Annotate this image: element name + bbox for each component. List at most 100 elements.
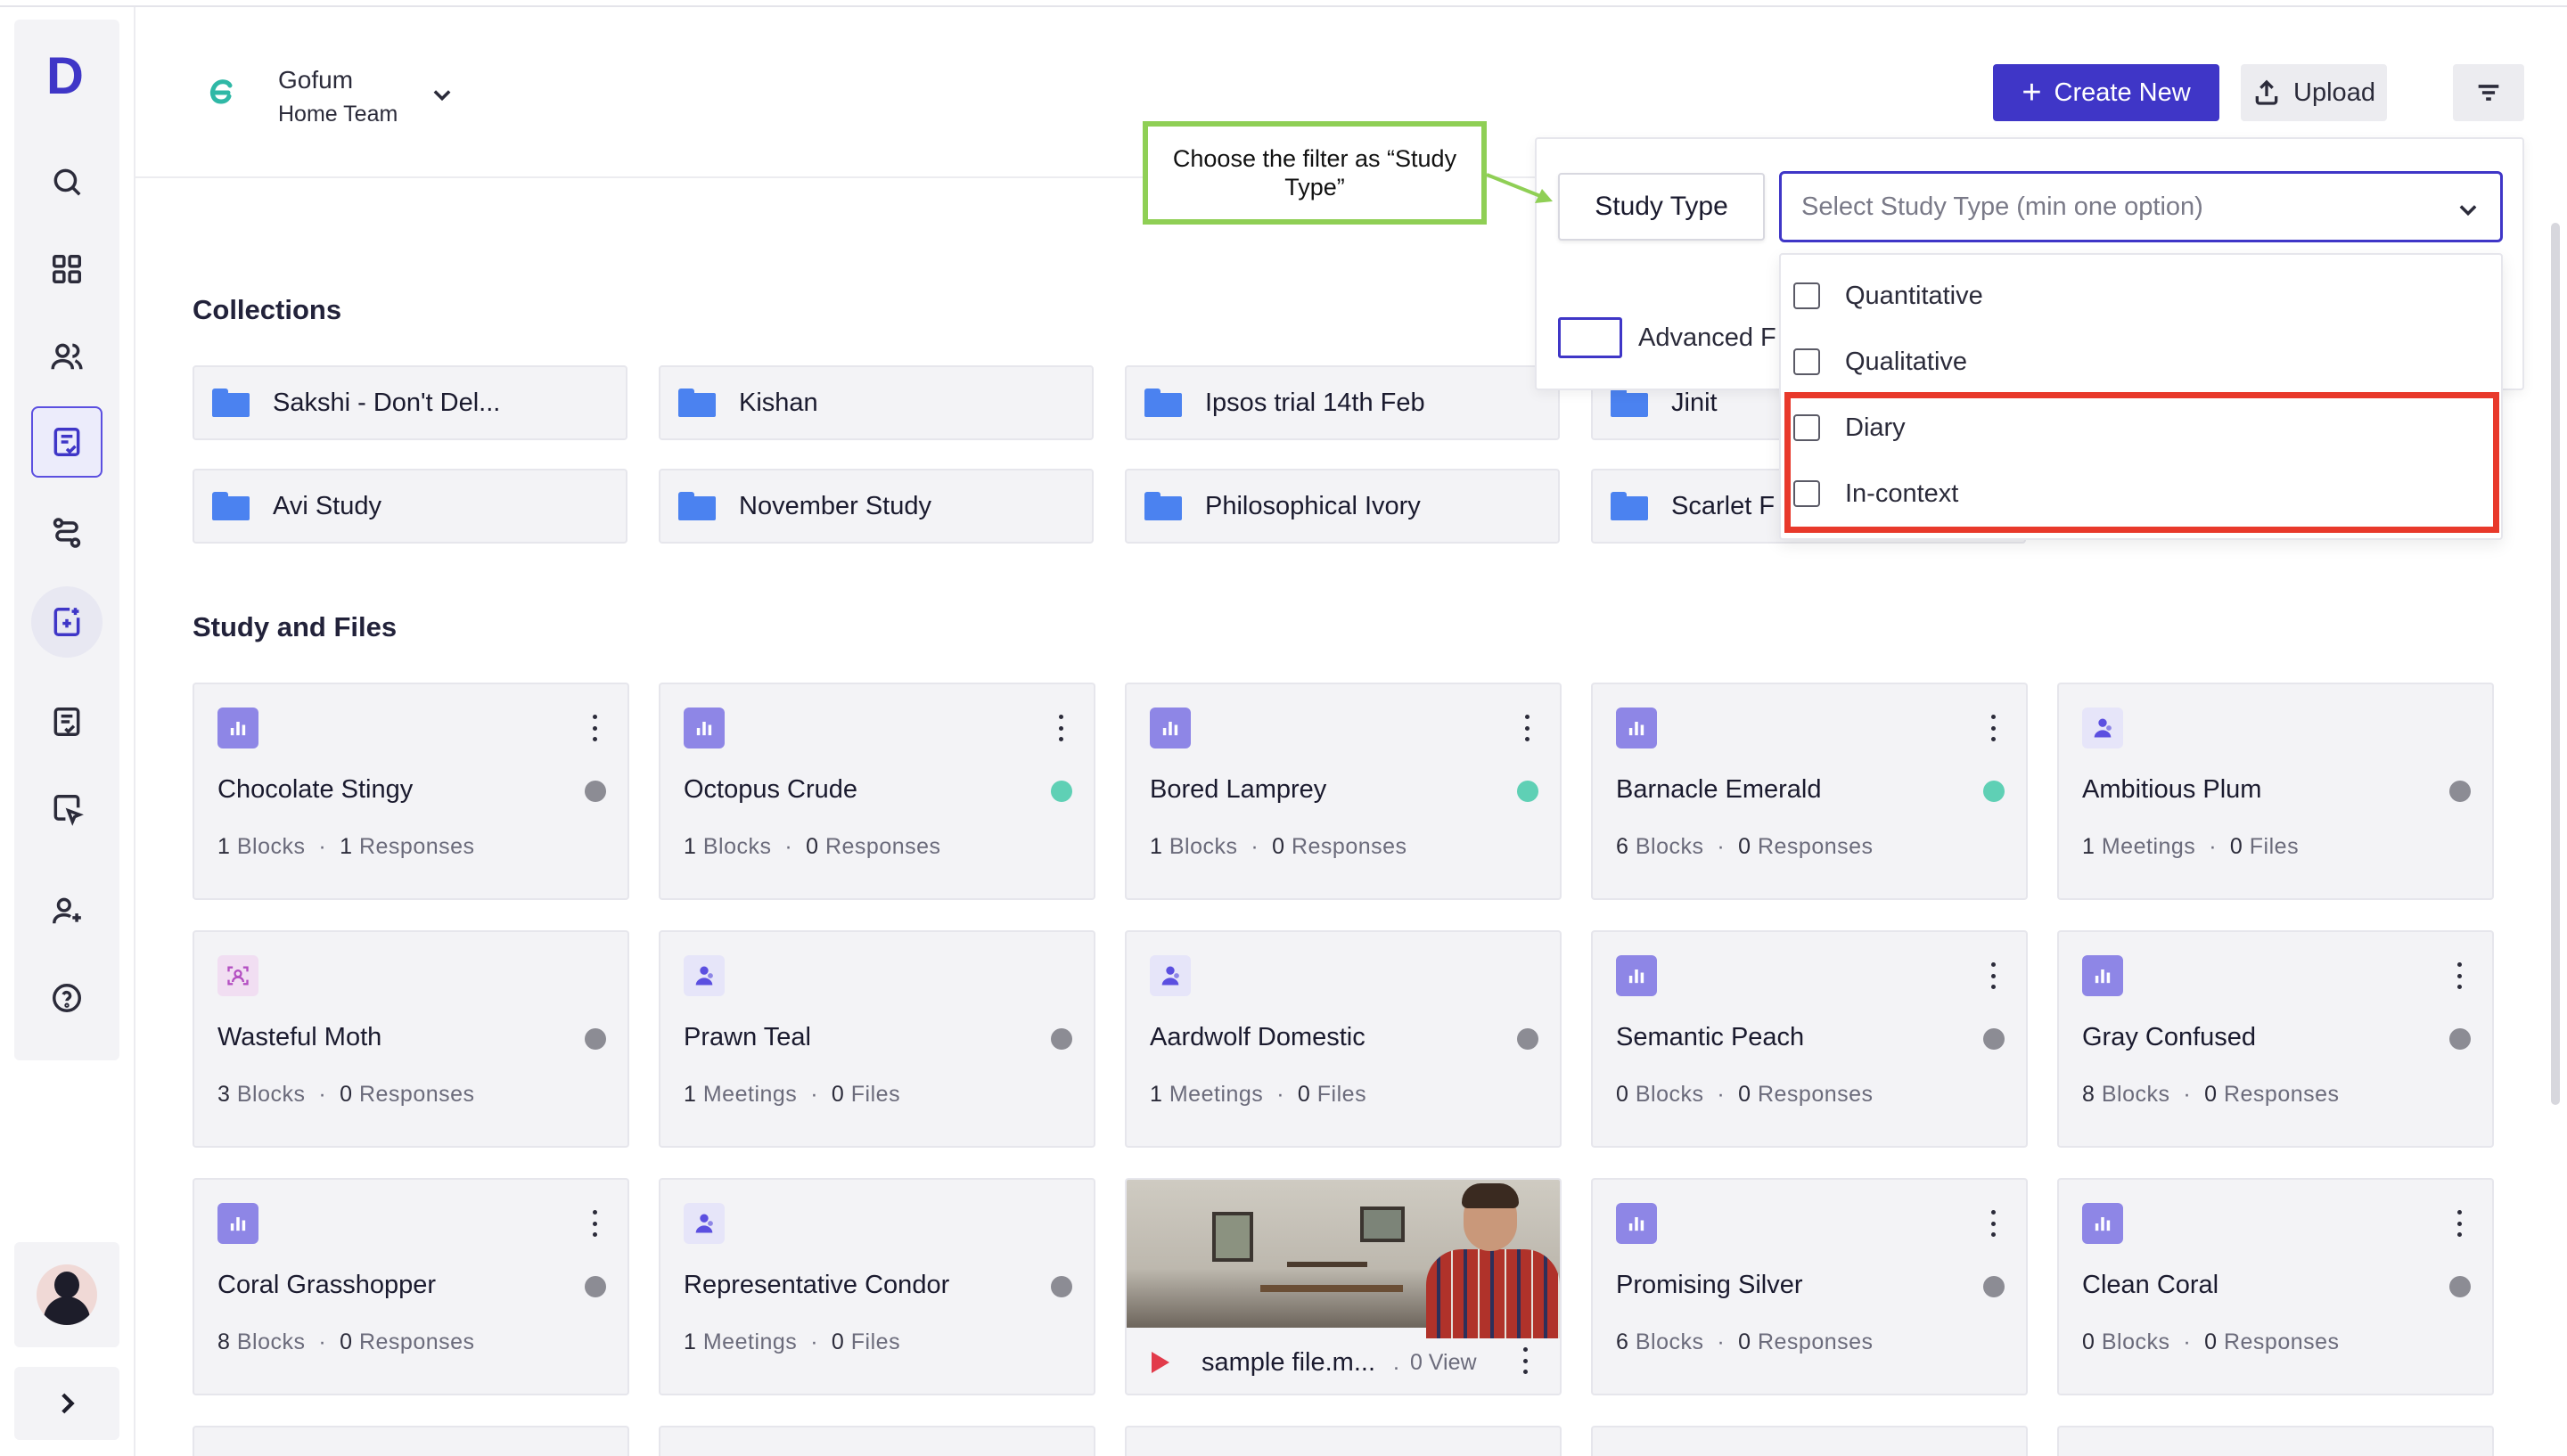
study-meta: 1 Blocks · 0 Responses	[684, 834, 941, 859]
study-meta: 1 Meetings · 0 Files	[684, 1082, 901, 1107]
more-options-icon[interactable]	[590, 1210, 599, 1237]
more-options-icon[interactable]	[1521, 1347, 1530, 1374]
study-card[interactable]: Clean Coral 0 Blocks · 0 Responses	[2057, 1178, 2494, 1395]
option-label: Quantitative	[1845, 281, 1983, 310]
search-icon	[53, 168, 81, 196]
more-options-icon[interactable]	[1056, 715, 1065, 741]
scrollbar[interactable]	[2551, 223, 2560, 1105]
collection-item[interactable]: Sakshi - Don't Del...	[193, 365, 627, 440]
survey-icon	[1616, 708, 1657, 748]
study-card[interactable]: Coral Grasshopper 8 Blocks · 0 Responses	[193, 1178, 629, 1395]
top-border	[0, 0, 2567, 7]
more-options-icon[interactable]	[2455, 962, 2464, 989]
folder-icon	[678, 389, 716, 417]
video-thumbnail[interactable]	[1127, 1180, 1560, 1338]
checkbox[interactable]	[1793, 348, 1820, 375]
study-list-icon	[53, 428, 80, 456]
sidebar-dashboard[interactable]	[31, 233, 103, 305]
sidebar-search[interactable]	[31, 146, 103, 217]
advanced-filter-toggle[interactable]	[1558, 317, 1622, 358]
study-card[interactable]: Aardwolf Domestic 1 Meetings · 0 Files	[1125, 930, 1562, 1148]
upload-button[interactable]: Upload	[2241, 64, 2387, 121]
app-logo[interactable]: D	[38, 50, 92, 103]
team-logo	[203, 73, 239, 109]
annotation-highlight-box	[1784, 392, 2499, 533]
more-options-icon[interactable]	[2455, 1210, 2464, 1237]
study-card-partial[interactable]	[2057, 1426, 2494, 1456]
status-dot	[1983, 781, 2005, 802]
option-qualitative[interactable]: Qualitative	[1793, 335, 1967, 389]
status-dot	[1983, 1028, 2005, 1050]
team-switcher[interactable]	[430, 82, 455, 107]
more-options-icon[interactable]	[1989, 962, 1997, 989]
study-meta: 1 Meetings · 0 Files	[1150, 1082, 1367, 1107]
team-name[interactable]: Gofum	[278, 66, 353, 94]
sidebar-tasks[interactable]	[31, 686, 103, 757]
create-new-label: Create New	[2054, 78, 2191, 107]
study-card[interactable]: Prawn Teal 1 Meetings · 0 Files	[659, 930, 1095, 1148]
meeting-icon	[684, 1203, 725, 1244]
sidebar-help[interactable]	[31, 962, 103, 1034]
file-card[interactable]: sample file.m... . 0 View	[1125, 1178, 1562, 1395]
study-title: Ambitious Plum	[2082, 775, 2262, 804]
study-card[interactable]: Wasteful Moth 3 Blocks · 0 Responses	[193, 930, 629, 1148]
collection-item[interactable]: Ipsos trial 14th Feb	[1125, 365, 1560, 440]
study-type-select[interactable]: Select Study Type (min one option)	[1779, 171, 2503, 242]
create-new-button[interactable]: + Create New	[1993, 64, 2219, 121]
study-card[interactable]: Ambitious Plum 1 Meetings · 0 Files	[2057, 683, 2494, 900]
expand-sidebar-button[interactable]	[14, 1367, 119, 1440]
advanced-filter-row[interactable]: Advanced F	[1558, 317, 1776, 358]
status-dot	[2449, 781, 2471, 802]
callout-text: Choose the filter as “Study Type”	[1172, 144, 1457, 200]
study-card-partial[interactable]	[1591, 1426, 2028, 1456]
more-options-icon[interactable]	[1989, 1210, 1997, 1237]
sidebar-studies[interactable]	[31, 406, 103, 478]
more-options-icon[interactable]	[590, 715, 599, 741]
study-card[interactable]: Semantic Peach 0 Blocks · 0 Responses	[1591, 930, 2028, 1148]
study-card[interactable]: Octopus Crude 1 Blocks · 0 Responses	[659, 683, 1095, 900]
collection-item[interactable]: Kishan	[659, 365, 1094, 440]
study-card-partial[interactable]	[193, 1426, 629, 1456]
study-title: Bored Lamprey	[1150, 775, 1327, 804]
sidebar-create-study[interactable]	[31, 586, 103, 658]
study-card[interactable]: Bored Lamprey 1 Blocks · 0 Responses	[1125, 683, 1562, 900]
study-card[interactable]: Promising Silver 6 Blocks · 0 Responses	[1591, 1178, 2028, 1395]
study-card-partial[interactable]	[659, 1426, 1095, 1456]
users-icon	[51, 343, 83, 370]
filter-button[interactable]	[2453, 64, 2524, 121]
study-meta: 0 Blocks · 0 Responses	[1616, 1082, 1874, 1107]
study-title: Octopus Crude	[684, 775, 858, 804]
study-card[interactable]: Chocolate Stingy 1 Blocks · 1 Responses	[193, 683, 629, 900]
study-card[interactable]: Gray Confused 8 Blocks · 0 Responses	[2057, 930, 2494, 1148]
add-file-icon	[53, 608, 80, 636]
sidebar-invite-user[interactable]	[31, 875, 103, 946]
study-title: Prawn Teal	[684, 1023, 811, 1051]
sidebar-clicks[interactable]	[31, 773, 103, 845]
collection-item[interactable]: Avi Study	[193, 469, 627, 544]
user-avatar-button[interactable]	[14, 1242, 119, 1347]
study-title: Semantic Peach	[1616, 1023, 1805, 1051]
collection-name: Sakshi - Don't Del...	[273, 388, 501, 417]
study-card[interactable]: Barnacle Emerald 6 Blocks · 0 Responses	[1591, 683, 2028, 900]
option-quantitative[interactable]: Quantitative	[1793, 269, 1983, 323]
sidebar-journeys[interactable]	[31, 497, 103, 568]
plus-icon: +	[2022, 74, 2042, 111]
video-file-icon	[1152, 1352, 1169, 1373]
study-meta: 1 Blocks · 0 Responses	[1150, 834, 1407, 859]
collections-title: Collections	[193, 294, 342, 325]
more-options-icon[interactable]	[1522, 715, 1531, 741]
checkbox[interactable]	[1793, 282, 1820, 309]
study-card-partial[interactable]	[1125, 1426, 1562, 1456]
folder-icon	[1611, 389, 1648, 417]
chevron-right-icon	[62, 1393, 75, 1414]
sidebar-users[interactable]	[31, 321, 103, 392]
collection-item[interactable]: November Study	[659, 469, 1094, 544]
study-card[interactable]: Representative Condor 1 Meetings · 0 File…	[659, 1178, 1095, 1395]
study-title: Barnacle Emerald	[1616, 775, 1822, 804]
status-dot	[1051, 1028, 1072, 1050]
collection-item[interactable]: Philosophical Ivory	[1125, 469, 1560, 544]
study-type-filter-button[interactable]: Study Type	[1558, 173, 1765, 241]
collection-name: Avi Study	[273, 491, 381, 520]
more-options-icon[interactable]	[1989, 715, 1997, 741]
upload-icon	[2255, 79, 2278, 105]
